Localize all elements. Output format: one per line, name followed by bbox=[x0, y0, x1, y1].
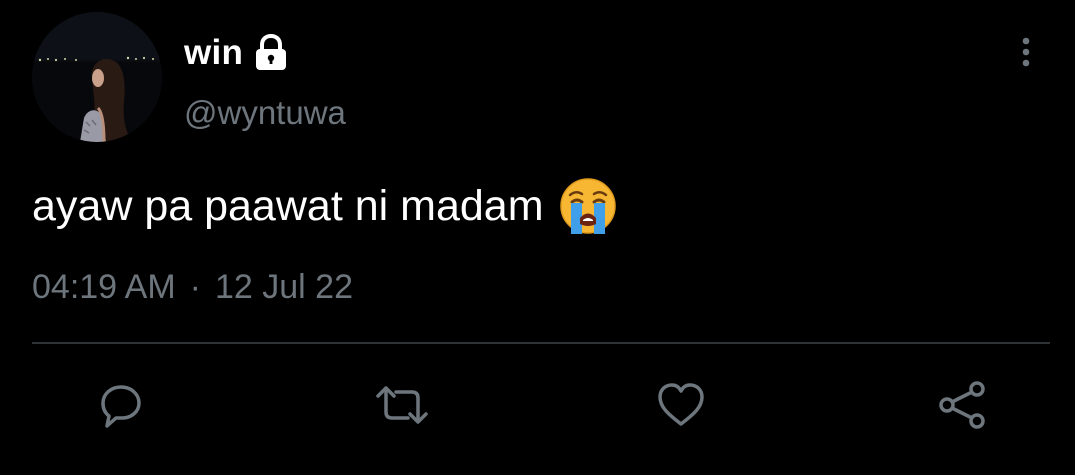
avatar[interactable] bbox=[32, 12, 162, 142]
like-icon[interactable] bbox=[656, 380, 706, 430]
tweet-card: win @wyntuwa ayaw pa paawat ni madam 04:… bbox=[0, 0, 1075, 475]
tweet-text: ayaw pa paawat ni madam bbox=[32, 176, 618, 236]
timestamp-separator: · bbox=[189, 268, 201, 306]
share-icon[interactable] bbox=[937, 380, 987, 430]
divider bbox=[32, 342, 1050, 344]
lock-icon bbox=[253, 33, 289, 72]
timestamp-row: 04:19 AM · 12 Jul 22 bbox=[32, 268, 353, 307]
display-name-row: win bbox=[184, 30, 289, 76]
user-handle[interactable]: @wyntuwa bbox=[184, 94, 346, 132]
tweet-date: 12 Jul 22 bbox=[214, 268, 353, 306]
tweet-time: 04:19 AM bbox=[32, 268, 176, 306]
display-name[interactable]: win bbox=[184, 33, 243, 73]
loudly-crying-face-emoji-icon bbox=[558, 176, 618, 236]
retweet-icon[interactable] bbox=[374, 380, 428, 430]
reply-icon[interactable] bbox=[96, 380, 146, 430]
more-options-icon[interactable] bbox=[1015, 36, 1037, 74]
tweet-text-content: ayaw pa paawat ni madam bbox=[32, 181, 544, 230]
